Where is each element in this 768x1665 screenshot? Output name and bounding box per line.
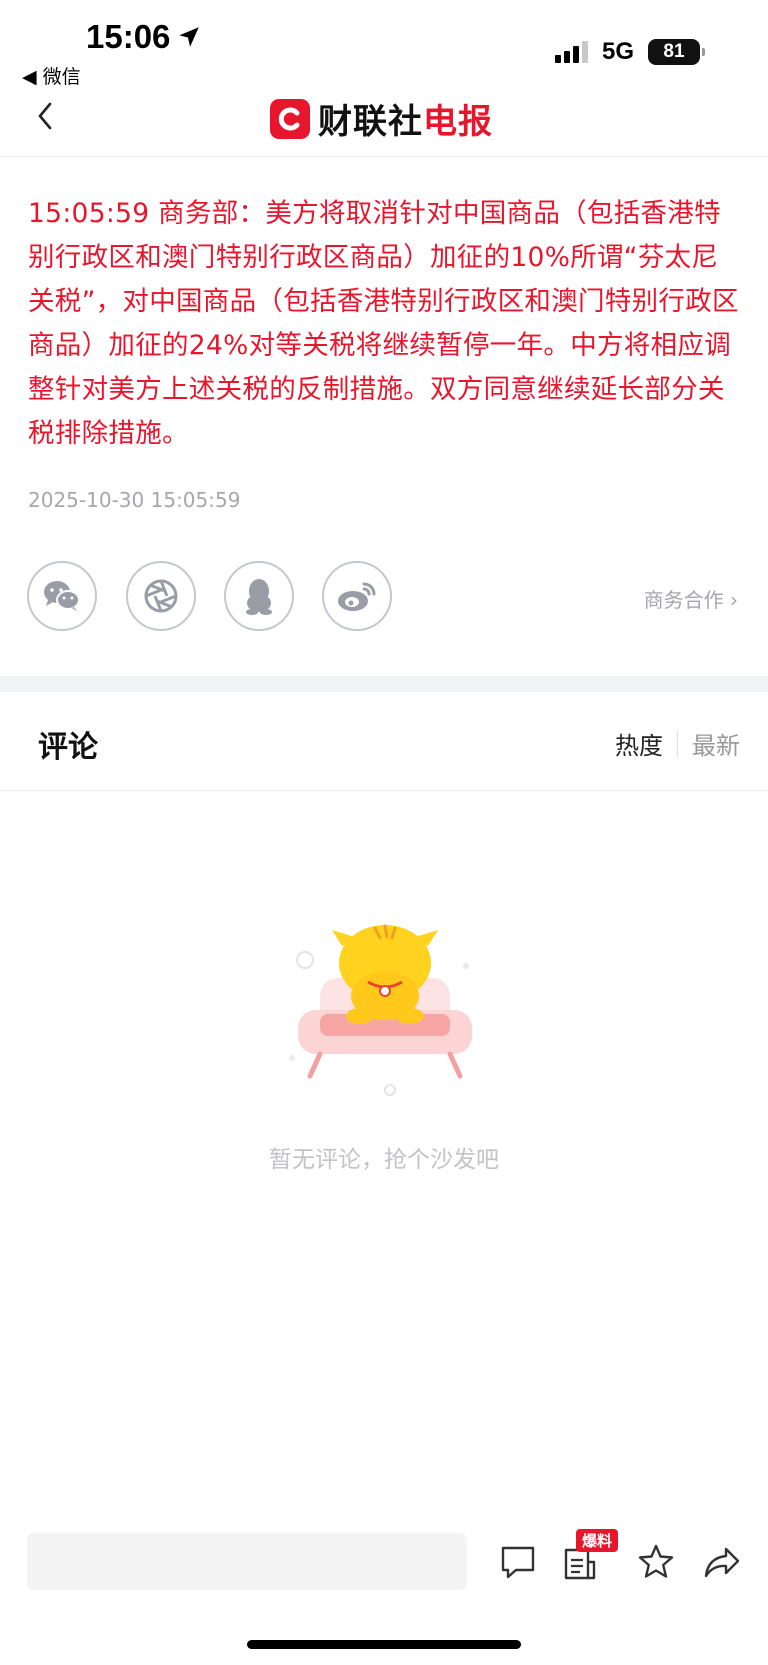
sort-newest-tab[interactable]: 最新	[692, 726, 740, 761]
tip-off-badge: 爆料	[576, 1529, 619, 1552]
favorite-button[interactable]	[634, 1540, 678, 1584]
weibo-icon	[338, 582, 376, 611]
comment-bubble-icon	[501, 1546, 535, 1579]
share-weibo-button[interactable]	[322, 561, 392, 631]
sort-hot-tab[interactable]: 热度	[615, 726, 663, 761]
location-arrow-icon	[179, 27, 200, 47]
battery-level: 81	[663, 41, 685, 62]
network-type: 5G	[601, 38, 634, 65]
nav-divider	[0, 156, 768, 157]
back-to-wechat-label: ◀ 微信	[22, 66, 81, 88]
logo-c-icon	[270, 98, 310, 139]
comment-button[interactable]	[496, 1540, 540, 1584]
moments-icon	[144, 579, 178, 613]
comment-input[interactable]	[27, 1533, 467, 1590]
qq-icon	[246, 579, 272, 615]
comment-sort-tabs: 热度 最新	[615, 726, 740, 761]
cellular-signal-icon	[554, 41, 588, 63]
business-cooperation-link[interactable]: 商务合作 ›	[644, 584, 738, 613]
share-button[interactable]	[700, 1540, 744, 1584]
app-logo: 财联社电报	[270, 94, 493, 143]
status-indicators: 5G 81	[554, 38, 705, 66]
comments-divider	[0, 790, 768, 791]
publish-time: 2025-10-30 15:05:59	[28, 488, 241, 512]
empty-comments-text: 暂无评论，抢个沙发吧	[269, 1147, 499, 1173]
battery-icon: 81	[648, 39, 705, 65]
star-icon	[638, 1544, 674, 1578]
back-to-wechat[interactable]: ◀ 微信	[22, 62, 81, 89]
comments-title: 评论	[38, 730, 98, 765]
section-separator	[0, 676, 768, 692]
logo-text-main: 财联社	[318, 102, 423, 142]
back-button[interactable]	[30, 96, 62, 136]
chevron-left-icon	[38, 102, 52, 130]
home-indicator	[247, 1640, 521, 1649]
logo-text: 财联社电报	[318, 94, 493, 143]
status-time-text: 15:06	[86, 18, 171, 55]
share-wechat-button[interactable]	[27, 561, 97, 631]
share-qq-button[interactable]	[224, 561, 294, 631]
wechat-icon	[44, 581, 80, 611]
telegraph-content: 15:05:59 商务部：美方将取消针对中国商品（包括香港特别行政区和澳门特别行…	[28, 198, 739, 449]
status-time: 15:06	[86, 18, 202, 56]
logo-text-accent: 电报	[423, 102, 493, 142]
share-arrow-icon	[704, 1547, 740, 1578]
sort-divider	[677, 729, 678, 758]
share-moments-button[interactable]	[126, 561, 196, 631]
empty-comments-illustration	[280, 918, 490, 1096]
